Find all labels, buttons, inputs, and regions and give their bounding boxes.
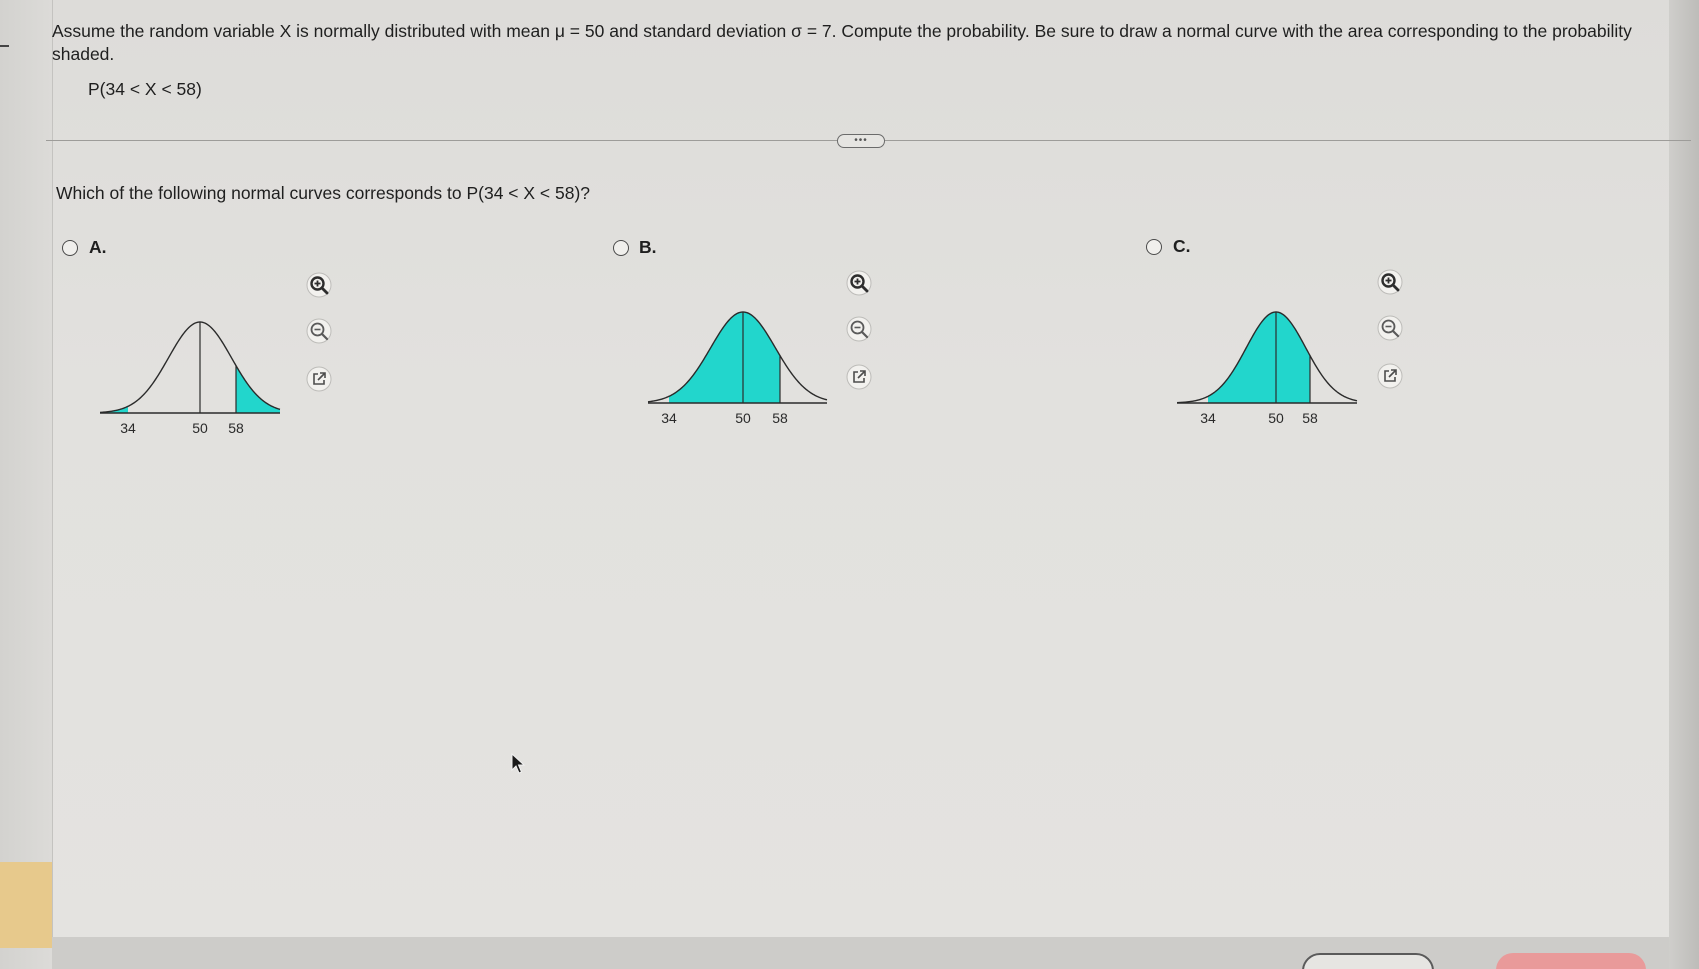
- option-c-tick-50: 50: [1268, 410, 1284, 426]
- option-a-tick-34: 34: [120, 420, 136, 436]
- screen: Assume the random variable X is normally…: [0, 0, 1699, 969]
- option-b-radio[interactable]: [613, 240, 629, 256]
- option-c-tick-34: 34: [1200, 410, 1216, 426]
- left-panel: [0, 0, 53, 969]
- more-button[interactable]: •••: [837, 134, 885, 148]
- zoom-out-icon[interactable]: [846, 316, 872, 342]
- zoom-out-icon[interactable]: [1377, 315, 1403, 341]
- bottom-button-left[interactable]: [1302, 953, 1434, 969]
- zoom-in-icon[interactable]: [846, 270, 872, 296]
- option-b-tick-34: 34: [661, 410, 677, 426]
- option-b-tick-50: 50: [735, 410, 751, 426]
- option-a-label[interactable]: A.: [89, 237, 107, 258]
- option-c-radio[interactable]: [1146, 239, 1162, 255]
- zoom-in-icon[interactable]: [1377, 269, 1403, 295]
- option-a-graph: 34 50 58: [100, 321, 281, 436]
- option-c-tick-58: 58: [1302, 410, 1318, 426]
- right-edge: [1669, 0, 1699, 969]
- option-b-graph: 34 50 58: [647, 311, 828, 426]
- zoom-in-icon[interactable]: [306, 272, 332, 298]
- option-a-tick-58: 58: [228, 420, 244, 436]
- option-b-tick-58: 58: [772, 410, 788, 426]
- bottom-button-right[interactable]: [1496, 953, 1646, 969]
- option-a-radio[interactable]: [62, 240, 78, 256]
- question-text: Assume the random variable X is normally…: [52, 21, 1632, 64]
- probability-expression: P(34 < X < 58): [88, 79, 202, 99]
- option-b-label[interactable]: B.: [639, 237, 657, 258]
- zoom-out-icon[interactable]: [306, 318, 332, 344]
- option-a-tick-50: 50: [192, 420, 208, 436]
- left-panel-tab[interactable]: [0, 862, 52, 948]
- option-a-right-shade: [236, 365, 280, 413]
- option-c-label[interactable]: C.: [1173, 236, 1191, 257]
- mouse-cursor-icon: [511, 753, 526, 774]
- left-panel-marker: [0, 45, 9, 47]
- prompt-text: Which of the following normal curves cor…: [56, 183, 591, 203]
- open-in-new-window-icon[interactable]: [306, 366, 332, 392]
- option-c-graph: 34 50 58: [1177, 311, 1358, 426]
- open-in-new-window-icon[interactable]: [846, 364, 872, 390]
- open-in-new-window-icon[interactable]: [1377, 363, 1403, 389]
